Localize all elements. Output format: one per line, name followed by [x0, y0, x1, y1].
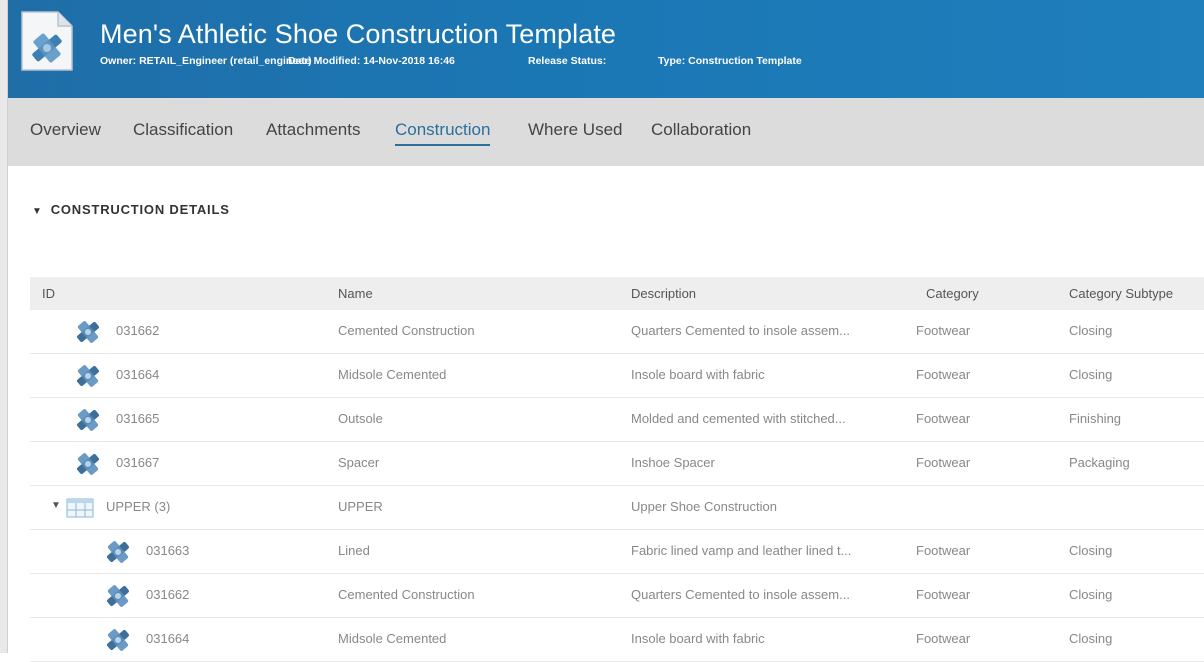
row-name: Lined — [338, 543, 370, 558]
row-description: Upper Shoe Construction — [631, 499, 777, 514]
row-description: Quarters Cemented to insole assem... — [631, 323, 850, 338]
row-category-subtype: Closing — [1069, 587, 1113, 602]
column-header-name[interactable]: Name — [338, 286, 373, 301]
row-id[interactable]: 031665 — [116, 411, 159, 426]
caret-down-icon[interactable]: ▼ — [51, 500, 61, 511]
folder-group-icon — [66, 498, 94, 518]
row-category: Footwear — [916, 411, 971, 426]
row-description: Inshoe Spacer — [631, 455, 715, 470]
construction-item-icon — [74, 450, 102, 478]
construction-item-icon — [74, 406, 102, 434]
construction-item-icon — [104, 582, 132, 610]
tab-collaboration[interactable]: Collaboration — [651, 120, 751, 140]
column-header-category-subtype[interactable]: Category Subtype — [1069, 286, 1173, 301]
column-header-category[interactable]: Category — [926, 286, 979, 301]
construction-template-icon — [18, 10, 76, 72]
construction-item-icon — [74, 362, 102, 390]
table-row[interactable]: 031662 Cemented Construction Quarters Ceme… — [30, 574, 1204, 618]
table-row[interactable]: 031664 Midsole Cemented Insole board with … — [30, 354, 1204, 398]
type-label: Type: Construction Template — [658, 55, 802, 67]
row-category-subtype: Closing — [1069, 543, 1113, 558]
row-id[interactable]: 031662 — [116, 323, 159, 338]
row-name: Spacer — [338, 455, 380, 470]
table-group-row[interactable]: ▼ UPPER (3) UPPER Upper Shoe Construction — [30, 486, 1204, 530]
page-header: Men's Athletic Shoe Construction Templat… — [8, 0, 1204, 98]
table-row[interactable]: 031664 Midsole Cemented Insole board with … — [30, 618, 1204, 662]
row-description: Fabric lined vamp and leather lined t... — [631, 543, 852, 558]
construction-item-icon — [104, 538, 132, 566]
row-name: Cemented Construction — [338, 587, 475, 602]
section-title: CONSTRUCTION DETAILS — [50, 202, 230, 217]
row-name: Outsole — [338, 411, 383, 426]
row-category: Footwear — [916, 455, 971, 470]
tab-where-used[interactable]: Where Used — [528, 120, 622, 140]
row-category-subtype: Closing — [1069, 367, 1113, 382]
left-edge-rule — [0, 0, 8, 653]
row-id[interactable]: 031662 — [146, 587, 189, 602]
row-category-subtype: Closing — [1069, 631, 1113, 646]
tab-attachments[interactable]: Attachments — [266, 120, 361, 140]
row-category: Footwear — [916, 323, 971, 338]
row-id[interactable]: 031663 — [146, 543, 189, 558]
row-category: Footwear — [916, 631, 971, 646]
row-description: Quarters Cemented to insole assem... — [631, 587, 850, 602]
tab-construction[interactable]: Construction — [395, 120, 491, 146]
row-category: Footwear — [916, 543, 971, 558]
row-category-subtype: Finishing — [1069, 411, 1122, 426]
row-category-subtype: Closing — [1069, 323, 1113, 338]
release-status-label: Release Status: — [528, 55, 607, 67]
column-header-description[interactable]: Description — [631, 286, 696, 301]
caret-down-icon[interactable]: ▼ — [32, 206, 43, 217]
row-name: Midsole Cemented — [338, 631, 447, 646]
row-id[interactable]: 031664 — [146, 631, 189, 646]
table-row[interactable]: 031663 Lined Fabric lined vamp and leather… — [30, 530, 1204, 574]
row-category: Footwear — [916, 587, 971, 602]
row-id[interactable]: UPPER (3) — [106, 499, 170, 514]
column-header-id[interactable]: ID — [42, 286, 55, 301]
row-category: Footwear — [916, 367, 971, 382]
table-row[interactable]: 031665 Outsole Molded and cemented with st… — [30, 398, 1204, 442]
row-category-subtype: Packaging — [1069, 455, 1130, 470]
tab-bar: Overview Classification Attachments Cons… — [8, 98, 1204, 166]
row-name: UPPER — [338, 499, 383, 514]
row-description: Insole board with fabric — [631, 367, 765, 382]
tab-classification[interactable]: Classification — [133, 120, 233, 140]
page-title: Men's Athletic Shoe Construction Templat… — [100, 19, 617, 49]
row-name: Cemented Construction — [338, 323, 475, 338]
construction-item-icon — [74, 318, 102, 346]
table-row[interactable]: 031662 Cemented Construction Quarters Ceme… — [30, 310, 1204, 354]
section-header[interactable]: ▼ CONSTRUCTION DETAILS — [32, 202, 230, 217]
construction-item-icon — [104, 626, 132, 654]
owner-label: Owner: RETAIL_Engineer (retail_engineer) — [100, 55, 312, 67]
table-header: ID Name Description Category Category Su… — [30, 277, 1204, 310]
row-id[interactable]: 031667 — [116, 455, 159, 470]
table-row[interactable]: 031667 Spacer Inshoe Spacer Footwear Packagi… — [30, 442, 1204, 486]
tab-overview[interactable]: Overview — [30, 120, 101, 140]
date-modified-label: Date Modified: 14-Nov-2018 16:46 — [288, 55, 455, 67]
row-name: Midsole Cemented — [338, 367, 447, 382]
row-description: Molded and cemented with stitched... — [631, 411, 846, 426]
row-description: Insole board with fabric — [631, 631, 765, 646]
row-id[interactable]: 031664 — [116, 367, 159, 382]
